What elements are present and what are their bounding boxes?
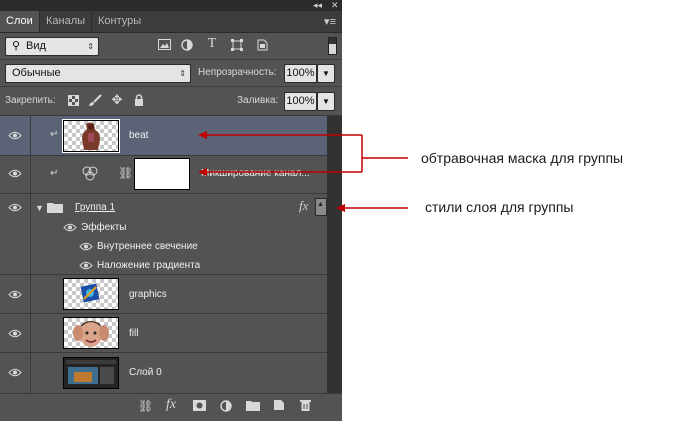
layer-style-arrow [336,204,408,212]
clip-mask-bracket [198,131,408,176]
annotation-clip-mask: обтравочная маска для группы [421,150,624,166]
annotation-arrows [198,131,408,212]
annotation-layer-styles: стили слоя для группы [425,199,574,215]
